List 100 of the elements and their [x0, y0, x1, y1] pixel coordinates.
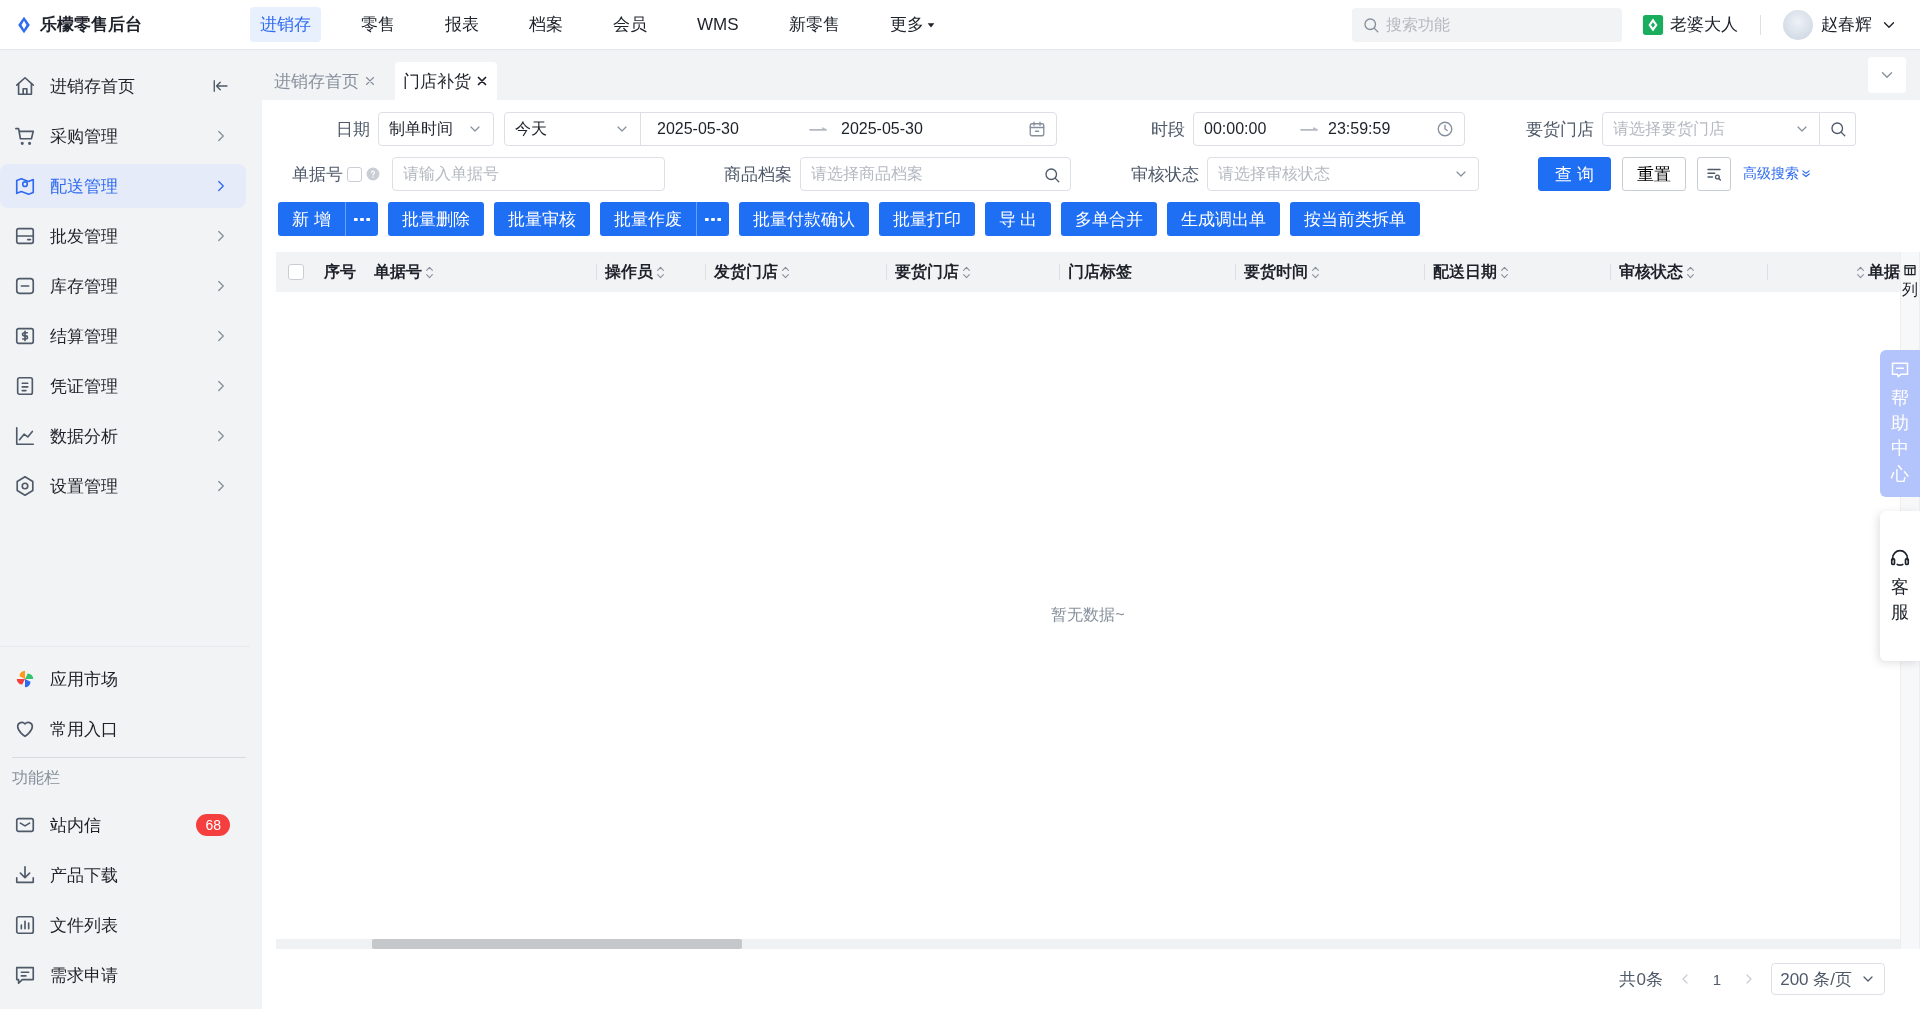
- arrow-icon: [809, 127, 827, 131]
- column-header[interactable]: 配送日期: [1425, 252, 1610, 292]
- scrollbar[interactable]: [276, 939, 1900, 949]
- action-button[interactable]: 生成调出单: [1167, 202, 1281, 236]
- download-icon: [14, 864, 36, 886]
- action-button[interactable]: 批量审核: [493, 202, 590, 236]
- sort-icon: [1686, 265, 1695, 279]
- avatar[interactable]: [1783, 9, 1813, 40]
- store-name[interactable]: 老婆大人: [1670, 13, 1738, 36]
- action-button[interactable]: 导 出: [984, 202, 1052, 236]
- arrow-icon: [1300, 127, 1318, 131]
- count-badge: 68: [196, 814, 230, 836]
- calendar-icon: [1028, 120, 1046, 138]
- page-number[interactable]: 1: [1706, 969, 1728, 989]
- store-select[interactable]: 请选择要货门店: [1602, 112, 1820, 146]
- more-button[interactable]: [344, 202, 378, 236]
- query-button[interactable]: 查 询: [1538, 157, 1611, 191]
- checkbox[interactable]: [288, 264, 304, 280]
- product-field[interactable]: 请选择商品档案: [800, 157, 1071, 191]
- sidebar-item[interactable]: 设置管理: [0, 464, 246, 508]
- action-button[interactable]: 按当前类拆单: [1290, 202, 1421, 236]
- action-button[interactable]: 批量删除: [387, 202, 484, 236]
- nav-tab[interactable]: 更多: [879, 7, 946, 42]
- action-button[interactable]: 批量作废: [599, 202, 696, 236]
- dollar-icon: [14, 325, 36, 347]
- columns-icon: [1904, 264, 1916, 276]
- advanced-search-link[interactable]: 高级搜索: [1742, 165, 1811, 183]
- nav-tab[interactable]: 档案: [519, 7, 573, 42]
- time-range-field[interactable]: 00:00:00 23:59:59: [1193, 112, 1465, 146]
- page-size-select[interactable]: 200 条/页: [1771, 963, 1885, 995]
- column-header[interactable]: 操作员: [597, 252, 705, 292]
- sidebar-item[interactable]: 配送管理: [0, 164, 246, 208]
- sort-icon: [1311, 265, 1320, 279]
- section-title: 功能栏: [11, 768, 61, 788]
- close-icon: [363, 74, 377, 88]
- column-header[interactable]: 要货时间: [1236, 252, 1424, 292]
- collapse-icon: [212, 77, 230, 95]
- column-header[interactable]: 单据: [1768, 252, 1900, 292]
- column-header: 门店标签: [1067, 261, 1133, 282]
- action-button[interactable]: 批量付款确认: [738, 202, 869, 236]
- chat-icon: [14, 964, 36, 986]
- action-button[interactable]: 批量打印: [878, 202, 975, 236]
- search-icon: [1362, 15, 1380, 34]
- sidebar-item[interactable]: 需求申请: [0, 953, 246, 997]
- order-number-field[interactable]: 请输入单据号: [392, 157, 665, 191]
- sort-icon: [1500, 265, 1509, 279]
- document-icon: [14, 375, 36, 397]
- date-type-select[interactable]: 制单时间: [378, 112, 494, 146]
- field-label: 商品档案: [723, 163, 793, 186]
- column-header[interactable]: 要货门店: [887, 252, 1059, 292]
- sidebar-item[interactable]: 应用市场: [0, 657, 246, 701]
- more-icon: [704, 217, 721, 221]
- sidebar-item[interactable]: 文件列表: [0, 903, 246, 947]
- date-range-field[interactable]: 今天 2025-05-30 2025-05-30: [504, 112, 1057, 146]
- nav-tab[interactable]: 会员: [603, 7, 657, 42]
- customer-service-button[interactable]: 客服: [1880, 510, 1920, 662]
- action-button[interactable]: 新 增: [278, 202, 345, 236]
- nav-tab[interactable]: 零售: [351, 7, 405, 42]
- more-button[interactable]: [695, 202, 729, 236]
- sort-icon: [962, 265, 971, 279]
- status-select[interactable]: 请选择审核状态: [1207, 157, 1479, 191]
- field-label: 时段: [1150, 118, 1186, 141]
- sidebar-item[interactable]: 结算管理: [0, 314, 246, 358]
- nav-tab[interactable]: 进销存: [250, 7, 321, 42]
- sidebar-item[interactable]: 常用入口: [0, 707, 246, 751]
- sidebar-item[interactable]: 产品下载: [0, 853, 246, 897]
- store-icon: [1642, 13, 1664, 36]
- sidebar-item[interactable]: 采购管理: [0, 114, 246, 158]
- sidebar-item[interactable]: 进销存首页: [0, 64, 246, 108]
- column-header[interactable]: 审核状态: [1611, 252, 1767, 292]
- column-header[interactable]: 发货门店: [706, 252, 886, 292]
- store-search-button[interactable]: [1820, 112, 1856, 146]
- nav-tab[interactable]: 报表: [435, 7, 489, 42]
- action-button[interactable]: 多单合并: [1061, 202, 1158, 236]
- user-name[interactable]: 赵春辉: [1821, 13, 1872, 36]
- hexagon-icon: [14, 475, 36, 497]
- help-icon: [366, 167, 380, 181]
- drawer-icon: [14, 225, 36, 247]
- bar-chart-icon: [14, 914, 36, 936]
- empty-message: 暂无数据~: [1051, 605, 1125, 625]
- message-icon: [1890, 360, 1910, 380]
- sidebar-item[interactable]: 站内信 68: [0, 803, 246, 847]
- field-label: 日期: [335, 118, 371, 141]
- sidebar-item[interactable]: 数据分析: [0, 414, 246, 458]
- search-icon: [1043, 166, 1061, 184]
- filter-settings-button[interactable]: [1696, 157, 1731, 191]
- tabs-menu-button[interactable]: [1868, 57, 1906, 93]
- checkbox[interactable]: [347, 166, 362, 182]
- nav-tab[interactable]: 新零售: [778, 7, 850, 42]
- sidebar-item[interactable]: 批发管理: [0, 214, 246, 258]
- column-header[interactable]: 单据号: [366, 252, 596, 292]
- sidebar-item[interactable]: 库存管理: [0, 264, 246, 308]
- sidebar-item[interactable]: 凭证管理: [0, 364, 246, 408]
- reset-button[interactable]: 重置: [1621, 157, 1686, 191]
- clock-icon: [1436, 120, 1454, 138]
- column-header: 序号: [323, 261, 357, 282]
- nav-tab[interactable]: WMS: [687, 7, 749, 42]
- search-field[interactable]: 搜索功能: [1352, 7, 1622, 42]
- page-tab[interactable]: 门店补货: [395, 62, 497, 100]
- field-label: 审核状态: [1130, 163, 1200, 186]
